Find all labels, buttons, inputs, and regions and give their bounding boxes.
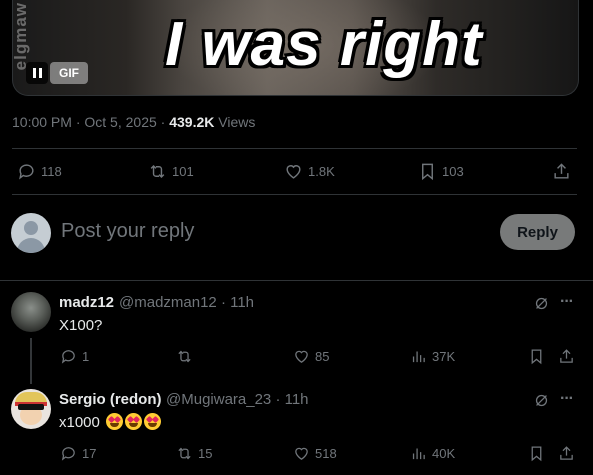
avatar[interactable] <box>11 292 51 332</box>
views-action[interactable]: 40K <box>410 445 455 462</box>
bookmark-icon <box>422 163 433 181</box>
more-icon[interactable]: ··· <box>560 390 574 408</box>
divider <box>12 148 577 149</box>
reply-author-name[interactable]: madz12 <box>59 294 114 311</box>
avatar[interactable] <box>11 213 51 253</box>
bookmark-icon <box>531 446 542 462</box>
post-date[interactable]: Oct 5, 2025 <box>84 114 156 130</box>
reply-action[interactable]: 17 <box>60 445 96 462</box>
bookmark-count: 103 <box>442 164 464 179</box>
heart-icon <box>295 447 308 460</box>
repost-count: 15 <box>198 446 213 461</box>
pause-icon[interactable] <box>26 62 48 84</box>
gif-caption: I was right <box>165 10 483 79</box>
reply-count: 1 <box>82 349 90 364</box>
like-count: 85 <box>315 349 330 364</box>
share-action[interactable] <box>558 348 575 365</box>
heart-eyes-emoji <box>144 413 162 430</box>
like-action[interactable]: 1.8K <box>284 162 335 181</box>
reply-action[interactable]: 118 <box>17 162 62 181</box>
repost-icon <box>150 164 165 179</box>
heart-eyes-emoji <box>125 413 143 430</box>
share-icon <box>560 349 573 363</box>
like-count: 518 <box>315 446 337 461</box>
heart-eyes-emoji <box>106 413 124 430</box>
divider <box>0 280 593 281</box>
repost-icon <box>178 447 191 460</box>
divider <box>12 194 577 195</box>
reply-icon <box>61 350 75 364</box>
share-icon <box>560 446 573 460</box>
share-action[interactable] <box>558 445 575 462</box>
reply-action[interactable]: 1 <box>60 348 89 365</box>
reply-input[interactable]: Post your reply <box>61 220 194 243</box>
reply-count: 17 <box>82 446 97 461</box>
reply-icon <box>61 447 75 461</box>
repost-count: 101 <box>172 164 194 179</box>
like-action[interactable]: 85 <box>293 348 329 365</box>
gif-watermark: elgmaw <box>12 2 30 71</box>
reply-count: 118 <box>41 164 62 179</box>
like-count: 1.8K <box>308 164 335 179</box>
gif-media[interactable]: elgmaw I was right GIF <box>12 0 579 96</box>
post-time[interactable]: 10:00 PM <box>12 114 72 130</box>
thread-line <box>30 338 32 384</box>
views-count: 40K <box>432 446 456 461</box>
avatar[interactable] <box>11 389 51 429</box>
repost-icon <box>178 350 191 363</box>
more-icon[interactable]: ··· <box>560 293 574 311</box>
views-icon <box>412 448 425 460</box>
meta-separator: · <box>160 114 166 130</box>
reply-author-name[interactable]: Sergio (redon) <box>59 391 162 408</box>
repost-action[interactable] <box>176 348 198 365</box>
repost-action[interactable]: 15 <box>176 445 212 462</box>
heart-icon <box>286 165 301 179</box>
views-action[interactable]: 37K <box>410 348 455 365</box>
post-meta: 10:00 PM · Oct 5, 2025 · 439.2K Views <box>12 114 255 130</box>
share-action[interactable] <box>552 162 571 181</box>
gif-badge: GIF <box>50 62 88 84</box>
reply-button[interactable]: Reply <box>500 214 575 250</box>
views-count: 439.2K <box>169 114 215 130</box>
reply-author-handle[interactable]: @madzman12 · 11h <box>119 294 254 311</box>
reply-text: X100? <box>59 317 103 334</box>
views-count: 37K <box>432 349 456 364</box>
meta-separator: · <box>75 114 81 130</box>
bookmark-action[interactable] <box>528 348 545 365</box>
share-icon <box>554 163 569 179</box>
views-label: Views <box>218 114 256 130</box>
grok-icon[interactable] <box>533 295 550 317</box>
like-action[interactable]: 518 <box>293 445 337 462</box>
grok-icon[interactable] <box>533 392 550 414</box>
heart-icon <box>295 350 308 363</box>
views-icon <box>412 351 425 363</box>
repost-action[interactable]: 101 <box>148 162 194 181</box>
bookmark-action[interactable]: 103 <box>418 162 464 181</box>
reply-text: x1000 <box>59 413 162 431</box>
reply-icon <box>19 164 34 180</box>
reply-author-handle[interactable]: @Mugiwara_23 · 11h <box>166 391 309 408</box>
bookmark-icon <box>531 349 542 365</box>
bookmark-action[interactable] <box>528 445 545 462</box>
